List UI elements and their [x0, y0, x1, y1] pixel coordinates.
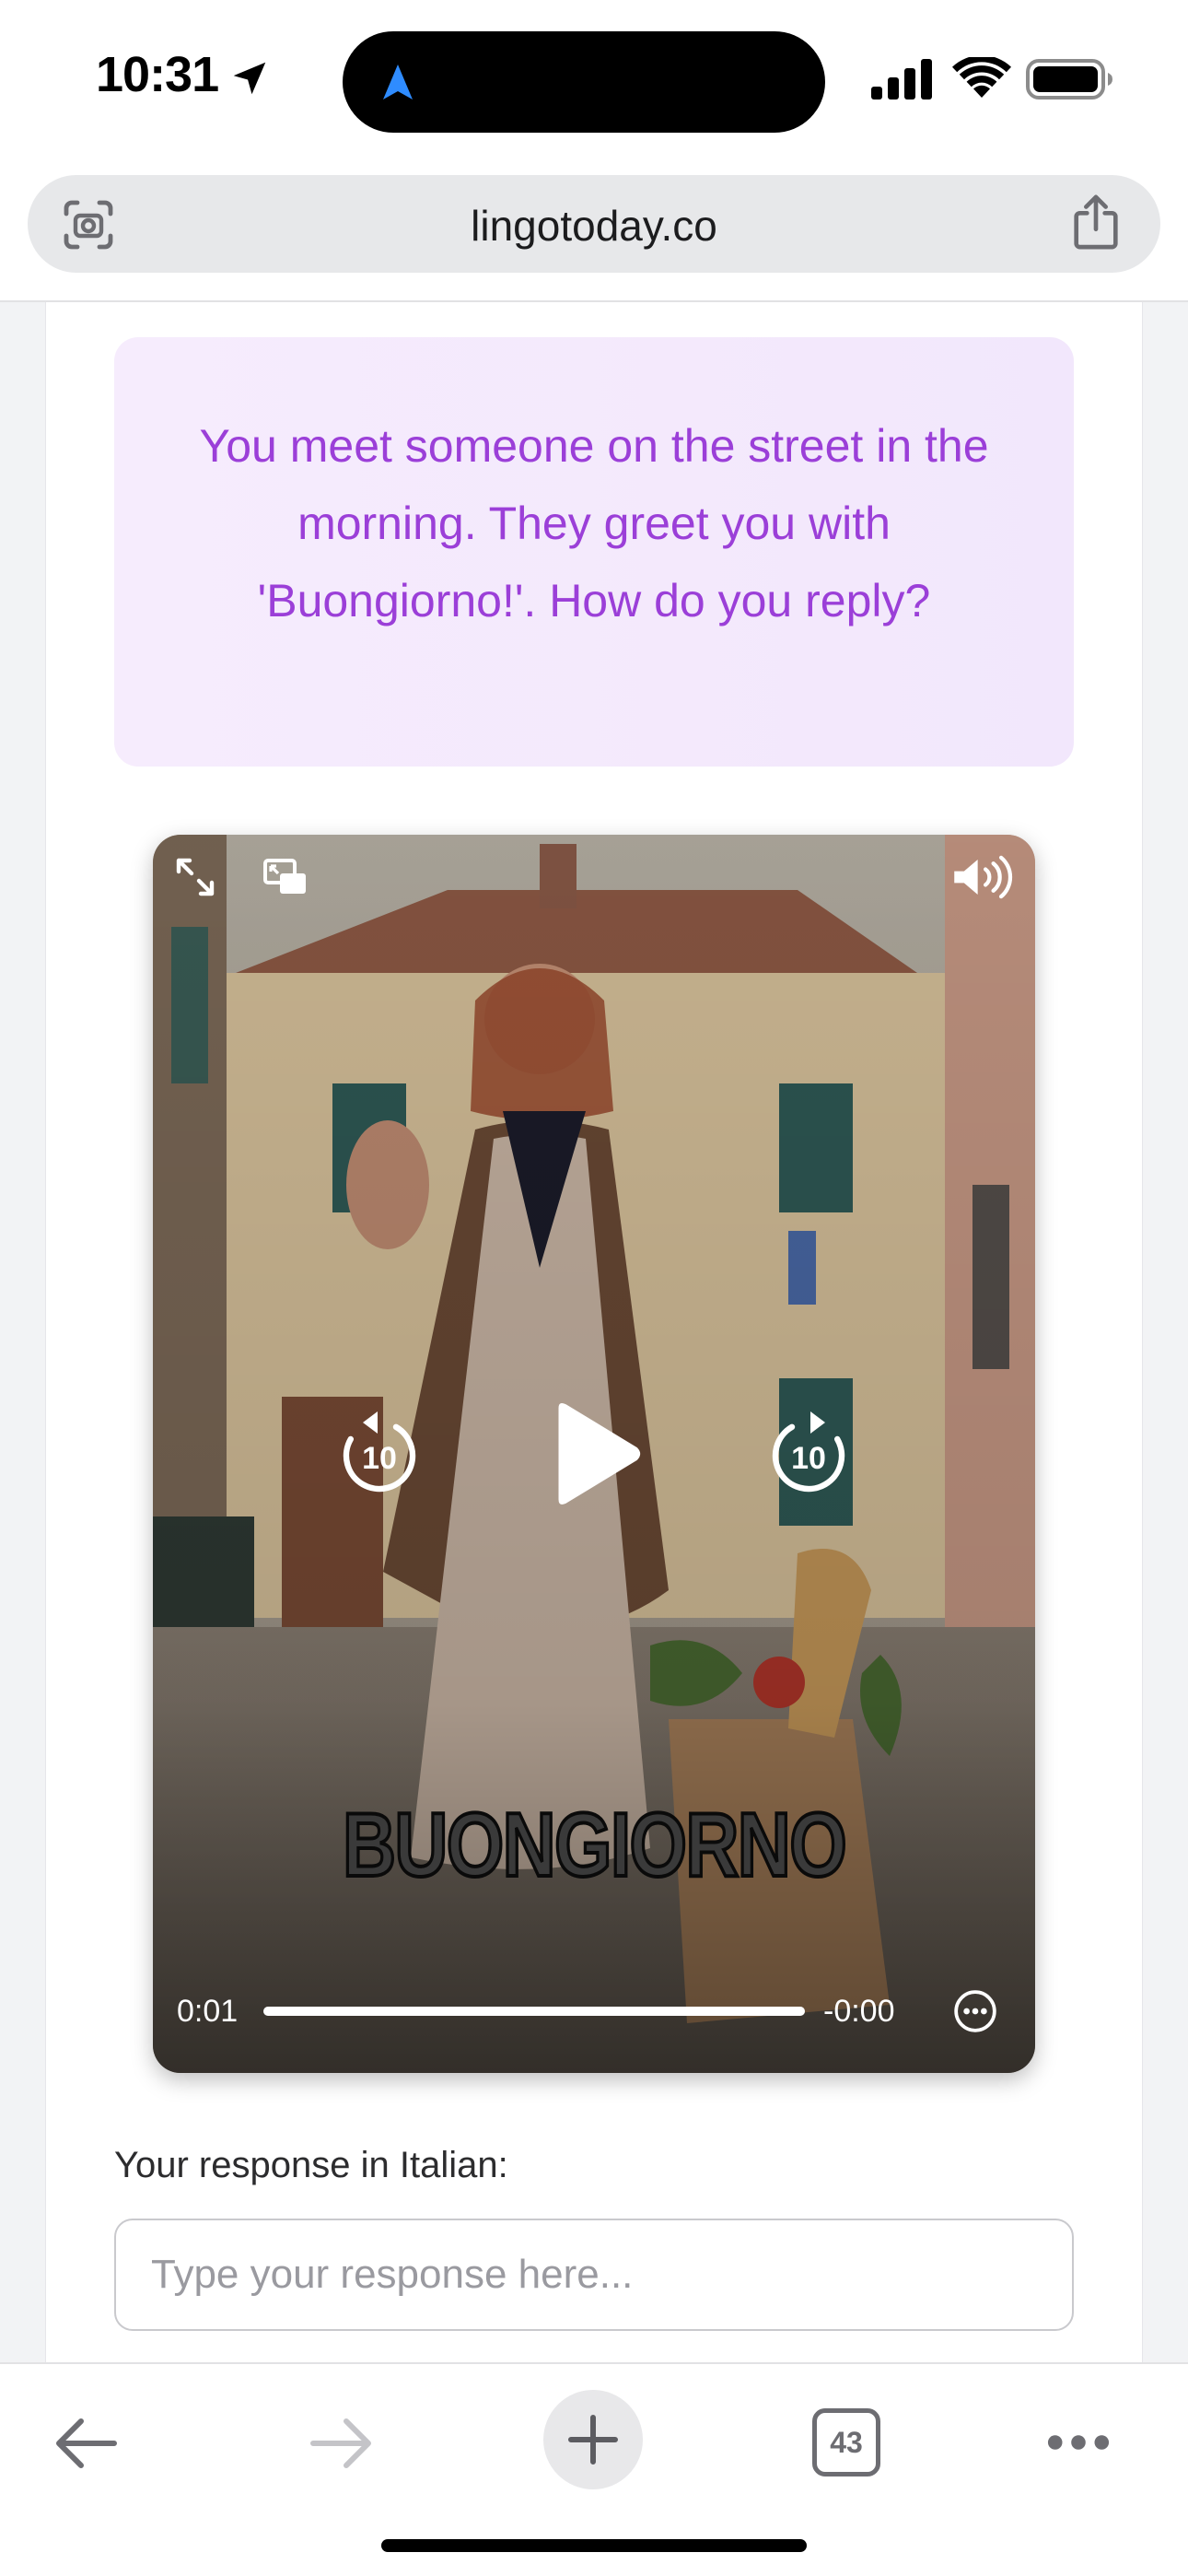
scenario-prompt-box: You meet someone on the street in the mo… [114, 337, 1074, 767]
url-text[interactable]: lingotoday.co [28, 201, 1160, 251]
address-bar[interactable]: lingotoday.co [28, 175, 1160, 273]
skip-back-10-label: 10 [362, 1441, 397, 1476]
skip-back-10-icon: 10 [343, 1411, 416, 1493]
new-tab-button[interactable] [543, 2390, 643, 2489]
play-icon[interactable] [543, 1400, 645, 1507]
elapsed-time: 0:01 [177, 1994, 239, 2029]
forward-icon[interactable] [308, 2416, 374, 2471]
more-options-icon[interactable] [952, 1988, 998, 2034]
response-input[interactable] [114, 2219, 1074, 2331]
response-label: Your response in Italian: [114, 2145, 508, 2185]
tabs-count: 43 [830, 2426, 863, 2459]
progress-track[interactable] [263, 2007, 805, 2016]
skip-forward-10-button[interactable]: 10 [770, 1410, 847, 1494]
more-icon[interactable] [1046, 2429, 1111, 2456]
video-player[interactable]: 10 10 BUONGIORNO 0:01 -0:00 [153, 835, 1035, 2073]
skip-forward-10-icon: 10 [772, 1411, 845, 1493]
status-bar: 10:31 [0, 0, 1188, 157]
fullscreen-icon[interactable] [173, 855, 217, 899]
volume-icon[interactable] [950, 853, 1017, 901]
back-icon[interactable] [53, 2416, 120, 2471]
share-icon[interactable] [1070, 193, 1122, 251]
battery-icon [1026, 59, 1112, 100]
scenario-prompt-text: You meet someone on the street in the mo… [199, 420, 989, 626]
tabs-button[interactable]: 43 [812, 2408, 880, 2476]
progress-fill [263, 2007, 805, 2016]
navigation-app-icon [383, 64, 413, 100]
wifi-icon [952, 57, 1011, 98]
location-arrow-icon [233, 62, 266, 95]
status-time: 10:31 [96, 47, 219, 102]
new-tab-icon [568, 2415, 618, 2465]
skip-forward-10-label: 10 [791, 1441, 826, 1476]
home-indicator [381, 2539, 807, 2552]
signal-icon [871, 59, 932, 100]
dynamic-island [343, 31, 825, 133]
picture-in-picture-icon[interactable] [262, 855, 309, 899]
skip-back-10-button[interactable]: 10 [341, 1410, 418, 1494]
video-caption: BUONGIORNO [341, 1792, 848, 1897]
remaining-time: -0:00 [823, 1994, 895, 2029]
